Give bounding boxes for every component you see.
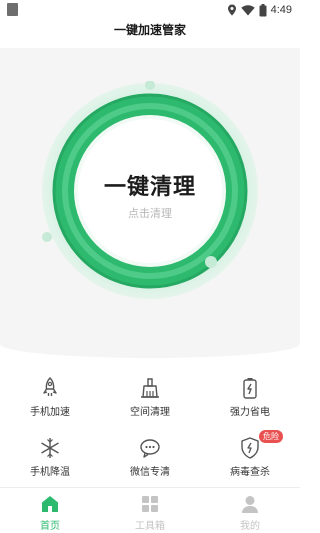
- status-bar: 4:49: [0, 0, 300, 20]
- user-icon: [242, 496, 258, 513]
- tool-wechat-clean[interactable]: 微信专清: [100, 430, 200, 484]
- tool-label: 手机加速: [30, 407, 70, 418]
- battery-icon: [259, 3, 267, 16]
- tab-toolbox[interactable]: 工具箱: [100, 488, 200, 533]
- one-click-clean-button[interactable]: 一键清理 点击清理: [40, 81, 260, 301]
- snowflake-icon: [41, 438, 59, 458]
- tool-label: 微信专清: [130, 467, 170, 478]
- hero-section: 一键清理 点击清理: [0, 48, 300, 358]
- tab-label: 工具箱: [135, 521, 165, 532]
- tool-virus-scan[interactable]: 危险 病毒查杀: [200, 430, 300, 484]
- wechat-icon: [140, 439, 160, 458]
- tool-power-save[interactable]: 强力省电: [200, 370, 300, 424]
- rocket-icon: [43, 377, 57, 396]
- wifi-icon: [240, 5, 255, 16]
- clock-time: 4:49: [270, 4, 292, 16]
- tab-mine[interactable]: 我的: [200, 488, 300, 533]
- tab-label: 我的: [240, 521, 260, 532]
- broom-icon: [141, 378, 159, 398]
- tool-phone-cool[interactable]: 手机降温: [0, 430, 100, 484]
- toolbox-icon: [142, 496, 158, 512]
- bottom-tab-bar: 首页 工具箱 我的: [0, 487, 300, 533]
- tool-phone-boost[interactable]: 手机加速: [0, 370, 100, 424]
- tab-home[interactable]: 首页: [0, 488, 100, 533]
- battery-charge-icon: [243, 378, 257, 399]
- notification-icon: [7, 3, 18, 16]
- tool-label: 病毒查杀: [230, 467, 270, 478]
- app-bar: 一键加速管家: [0, 20, 300, 48]
- tab-label: 首页: [40, 521, 60, 532]
- danger-badge: 危险: [259, 430, 283, 443]
- status-icons: 4:49: [227, 2, 292, 18]
- tool-space-clean[interactable]: 空间清理: [100, 370, 200, 424]
- clean-button-title: 一键清理: [103, 175, 196, 200]
- shield-icon: [241, 437, 259, 459]
- tool-label: 手机降温: [30, 467, 70, 478]
- tool-label: 空间清理: [130, 407, 170, 418]
- home-icon: [42, 496, 58, 512]
- page-title: 一键加速管家: [113, 23, 186, 37]
- location-icon: [227, 4, 236, 16]
- tool-label: 强力省电: [230, 407, 270, 418]
- clean-button-subtitle: 点击清理: [128, 207, 172, 220]
